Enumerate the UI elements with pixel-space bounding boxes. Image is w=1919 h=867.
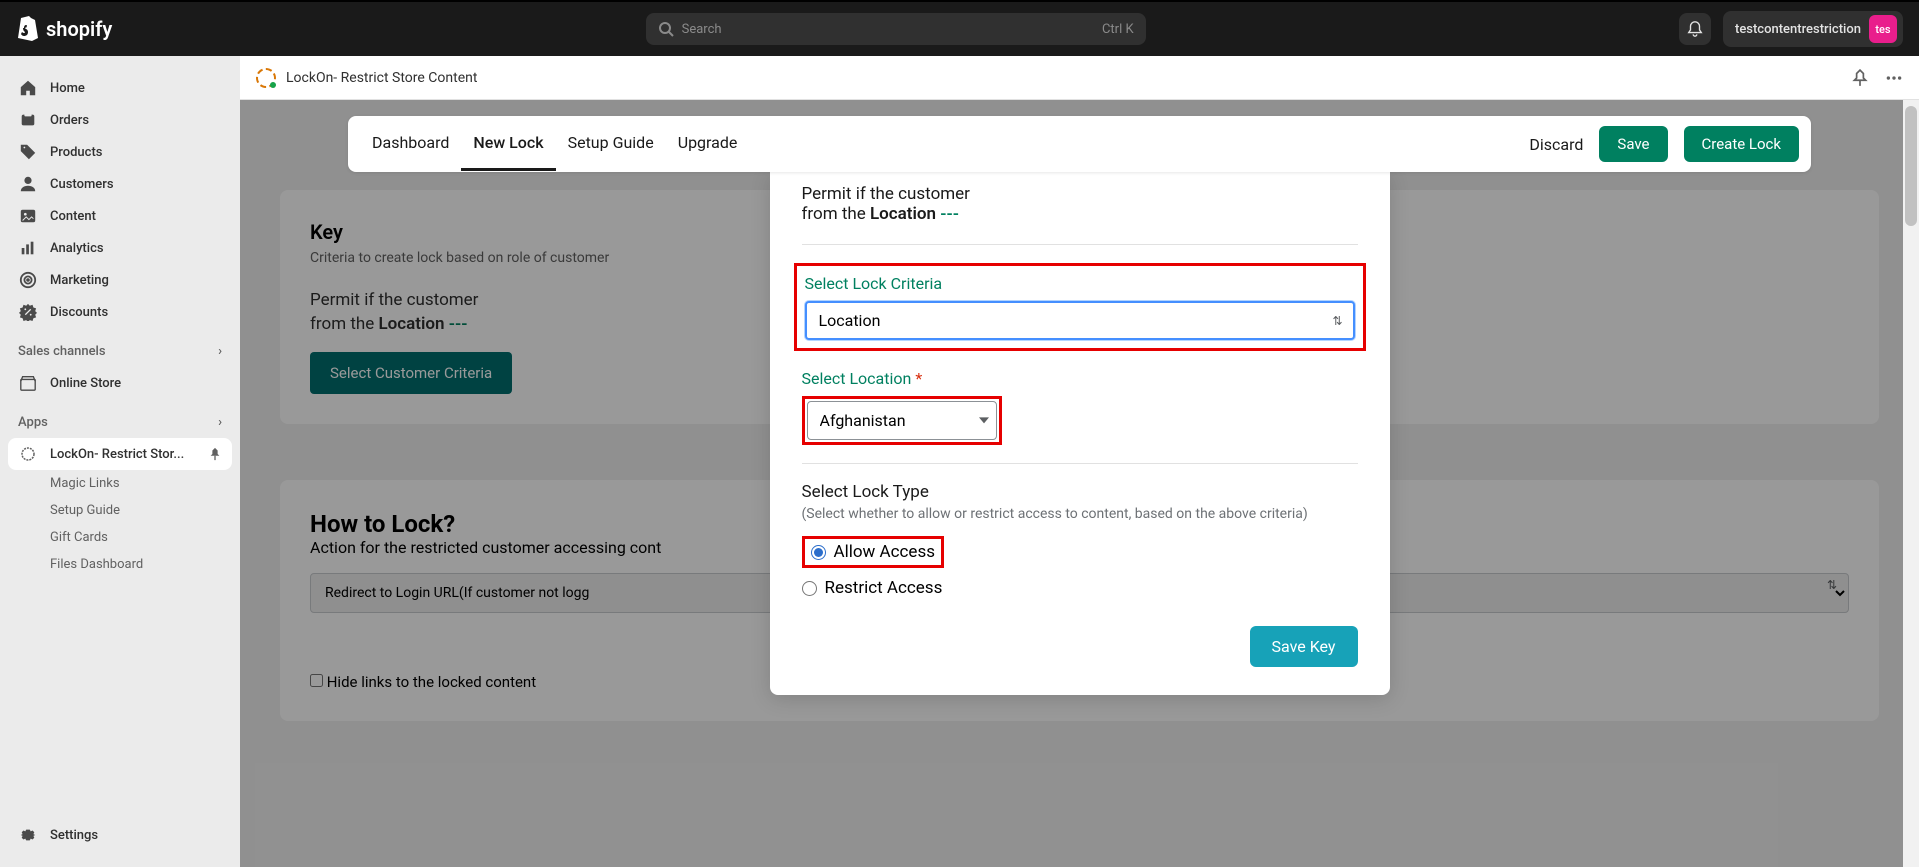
app-icon — [18, 444, 38, 464]
section-label: Sales channels — [18, 344, 106, 359]
search-shortcut: Ctrl K — [1102, 22, 1134, 37]
customers-icon — [18, 174, 38, 194]
topbar-right: testcontentrestriction tes — [1679, 11, 1903, 47]
analytics-icon — [18, 238, 38, 258]
section-sales-channels[interactable]: Sales channels › — [8, 336, 232, 367]
create-lock-button[interactable]: Create Lock — [1684, 126, 1800, 162]
nav-label: Content — [50, 209, 96, 224]
tab-new-lock[interactable]: New Lock — [461, 117, 555, 171]
store-menu[interactable]: testcontentrestriction tes — [1723, 11, 1903, 47]
modal-desc-line1: Permit if the customer — [802, 184, 1358, 204]
nav-sub-setup-guide[interactable]: Setup Guide — [8, 497, 232, 524]
search-input[interactable]: Search Ctrl K — [646, 13, 1146, 45]
nav-app-lockon[interactable]: LockOn- Restrict Stor... — [8, 438, 232, 470]
search-placeholder: Search — [682, 22, 722, 37]
discard-button[interactable]: Discard — [1529, 135, 1583, 154]
vertical-scrollbar[interactable] — [1903, 100, 1919, 867]
nav-discounts[interactable]: Discounts — [8, 296, 232, 328]
app-header-icon — [256, 68, 276, 88]
nav-products[interactable]: Products — [8, 136, 232, 168]
sidebar: Home Orders Products Customers Content A… — [0, 56, 240, 867]
app-body: Key Criteria to create lock based on rol… — [240, 100, 1919, 867]
nav-label: Online Store — [50, 376, 121, 391]
nav-label: Home — [50, 81, 85, 96]
nav-label: Products — [50, 145, 102, 160]
section-apps[interactable]: Apps › — [8, 407, 232, 438]
criteria-select-wrap: Location — [805, 301, 1355, 340]
allow-access-row-highlighted[interactable]: Allow Access — [802, 536, 945, 568]
top-bar: shopify Search Ctrl K testcontentrestric… — [0, 0, 1919, 56]
marketing-icon — [18, 270, 38, 290]
nav-label: Discounts — [50, 305, 108, 320]
tab-setup-guide[interactable]: Setup Guide — [556, 117, 666, 171]
nav-label: LockOn- Restrict Stor... — [50, 447, 196, 462]
locktype-label: Select Lock Type — [802, 482, 1358, 502]
pin-icon[interactable] — [208, 447, 222, 461]
discounts-icon — [18, 302, 38, 322]
avatar: tes — [1869, 15, 1897, 43]
gear-icon — [18, 825, 38, 845]
nav-customers[interactable]: Customers — [8, 168, 232, 200]
nav-sub-magic-links[interactable]: Magic Links — [8, 470, 232, 497]
restrict-access-label: Restrict Access — [825, 578, 943, 598]
chevron-right-icon: › — [218, 415, 222, 430]
nav-label: Orders — [50, 113, 89, 128]
nav-label: Marketing — [50, 273, 109, 288]
nav-settings[interactable]: Settings — [8, 819, 232, 851]
home-icon — [18, 78, 38, 98]
modal-desc-line2: from the Location --- — [802, 204, 1358, 224]
nav-sub-gift-cards[interactable]: Gift Cards — [8, 524, 232, 551]
nav-label: Settings — [50, 828, 98, 843]
tab-bar: Dashboard New Lock Setup Guide Upgrade D… — [348, 116, 1811, 172]
save-key-button[interactable]: Save Key — [1250, 626, 1358, 667]
orders-icon — [18, 110, 38, 130]
scrollbar-thumb[interactable] — [1905, 106, 1917, 226]
criteria-field-highlighted: Select Lock Criteria Location — [794, 263, 1366, 351]
main-content: LockOn- Restrict Store Content Key Crite… — [240, 56, 1919, 867]
location-label: Select Location * — [802, 369, 1358, 388]
shopify-logo[interactable]: shopify — [16, 15, 112, 43]
nav-orders[interactable]: Orders — [8, 104, 232, 136]
nav-sub-files-dashboard[interactable]: Files Dashboard — [8, 551, 232, 578]
chevron-right-icon: › — [218, 344, 222, 359]
store-name: testcontentrestriction — [1735, 22, 1861, 37]
tab-dashboard[interactable]: Dashboard — [360, 117, 461, 171]
criteria-label: Select Lock Criteria — [805, 274, 1355, 293]
location-select[interactable]: Afghanistan — [807, 401, 997, 440]
nav-analytics[interactable]: Analytics — [8, 232, 232, 264]
nav-label: Customers — [50, 177, 114, 192]
store-icon — [18, 373, 38, 393]
tab-upgrade[interactable]: Upgrade — [666, 117, 750, 171]
nav-marketing[interactable]: Marketing — [8, 264, 232, 296]
nav-content[interactable]: Content — [8, 200, 232, 232]
restrict-access-radio[interactable] — [802, 581, 817, 596]
bell-icon — [1686, 20, 1704, 38]
allow-access-label: Allow Access — [834, 542, 936, 562]
more-menu-icon[interactable] — [1885, 69, 1903, 87]
location-field: Select Location * Afghanistan — [802, 369, 1358, 445]
location-select-highlighted: Afghanistan — [802, 396, 1002, 445]
search-icon — [658, 21, 674, 37]
app-header-title: LockOn- Restrict Store Content — [286, 70, 477, 86]
notifications-button[interactable] — [1679, 13, 1711, 45]
content-icon — [18, 206, 38, 226]
nav-online-store[interactable]: Online Store — [8, 367, 232, 399]
save-button[interactable]: Save — [1599, 126, 1667, 162]
nav-label: Analytics — [50, 241, 104, 256]
criteria-select[interactable]: Location — [805, 301, 1355, 340]
section-label: Apps — [18, 415, 48, 430]
allow-access-radio[interactable] — [811, 545, 826, 560]
nav-home[interactable]: Home — [8, 72, 232, 104]
locktype-sublabel: (Select whether to allow or restrict acc… — [802, 506, 1358, 522]
restrict-access-row[interactable]: Restrict Access — [802, 578, 1358, 598]
pin-app-icon[interactable] — [1851, 69, 1869, 87]
logo-text: shopify — [46, 17, 112, 41]
modal-footer: Save Key — [802, 626, 1358, 667]
products-icon — [18, 142, 38, 162]
modal-dialog: Permit if the customer from the Location… — [770, 172, 1390, 695]
app-header: LockOn- Restrict Store Content — [240, 56, 1919, 100]
